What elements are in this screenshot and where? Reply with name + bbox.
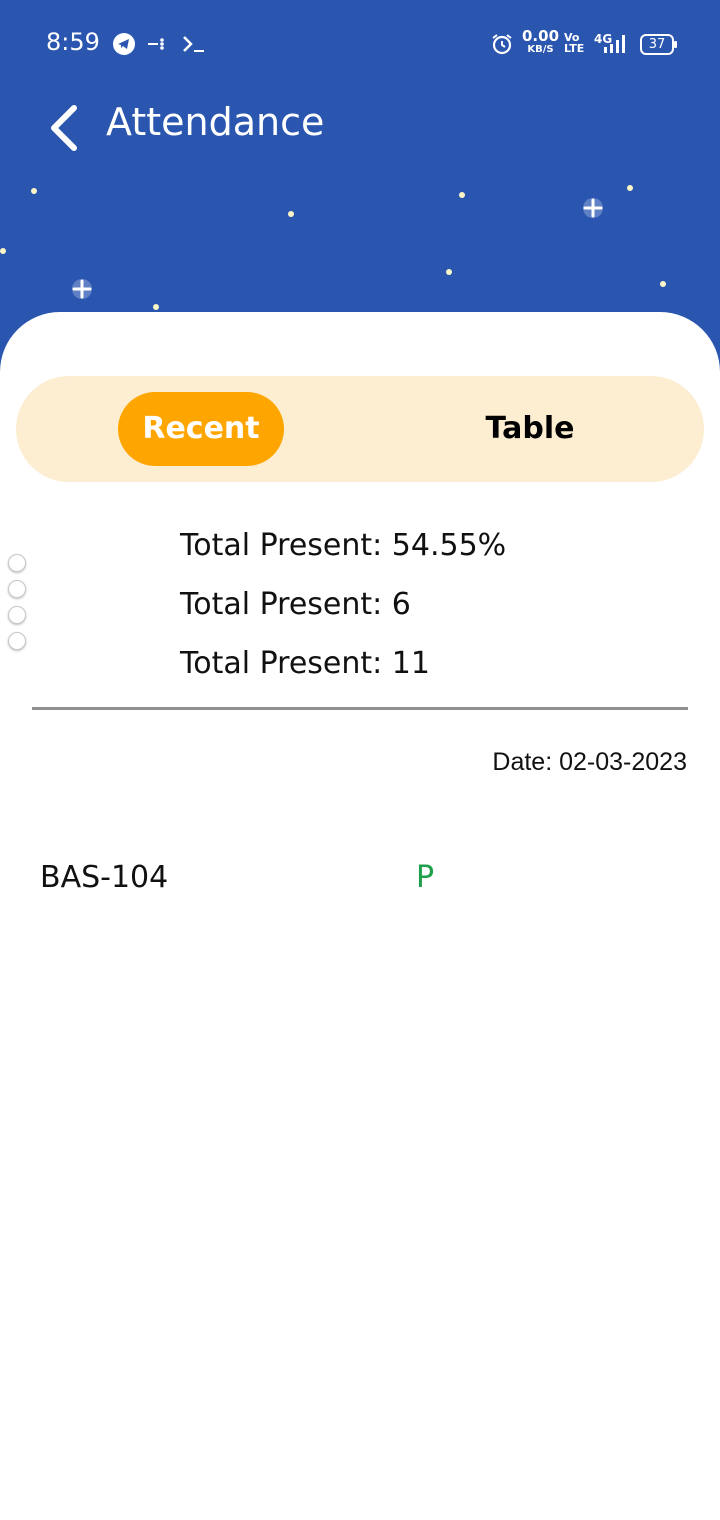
total-present-percentage: Total Present: 54.55% (180, 528, 507, 563)
course-code: BAS-104 (40, 860, 169, 895)
sparkle-icon (72, 279, 92, 299)
network-speed: 0.00 KB/S (522, 27, 560, 56)
record-date: Date: 02-03-2023 (492, 748, 687, 776)
terminal-icon (183, 36, 204, 52)
total-classes-count: Total Present: 11 (180, 646, 430, 681)
back-arrow-icon[interactable] (44, 104, 84, 152)
bullet-marker (8, 632, 26, 650)
star-dot (446, 269, 452, 275)
star-dot (627, 185, 633, 191)
page-title: Attendance (106, 100, 325, 144)
bullet-marker (8, 554, 26, 572)
star-dot (660, 281, 666, 287)
telegram-icon (113, 33, 135, 55)
battery-indicator: 37 (640, 34, 677, 55)
status-time: 8:59 (46, 28, 100, 56)
content-card (0, 312, 720, 1520)
tab-recent[interactable]: Recent (118, 392, 284, 466)
status-bar: 8:59 0.00 KB/S Vo LTE 4G 37 (0, 0, 720, 88)
bullet-marker (8, 580, 26, 598)
alarm-icon (492, 34, 512, 55)
star-dot (459, 192, 465, 198)
star-dot (288, 211, 294, 217)
volte-indicator: Vo LTE (564, 31, 585, 55)
sparkle-icon (583, 198, 603, 218)
star-dot (0, 248, 6, 254)
tab-table[interactable]: Table (450, 392, 610, 466)
divider (32, 707, 688, 710)
attendance-status: P (416, 860, 435, 895)
star-dot (31, 188, 37, 194)
total-present-count: Total Present: 6 (180, 587, 411, 622)
bullet-marker (8, 606, 26, 624)
data-transfer-icon (148, 38, 164, 50)
signal-icon (604, 35, 625, 53)
star-dot (153, 304, 159, 310)
